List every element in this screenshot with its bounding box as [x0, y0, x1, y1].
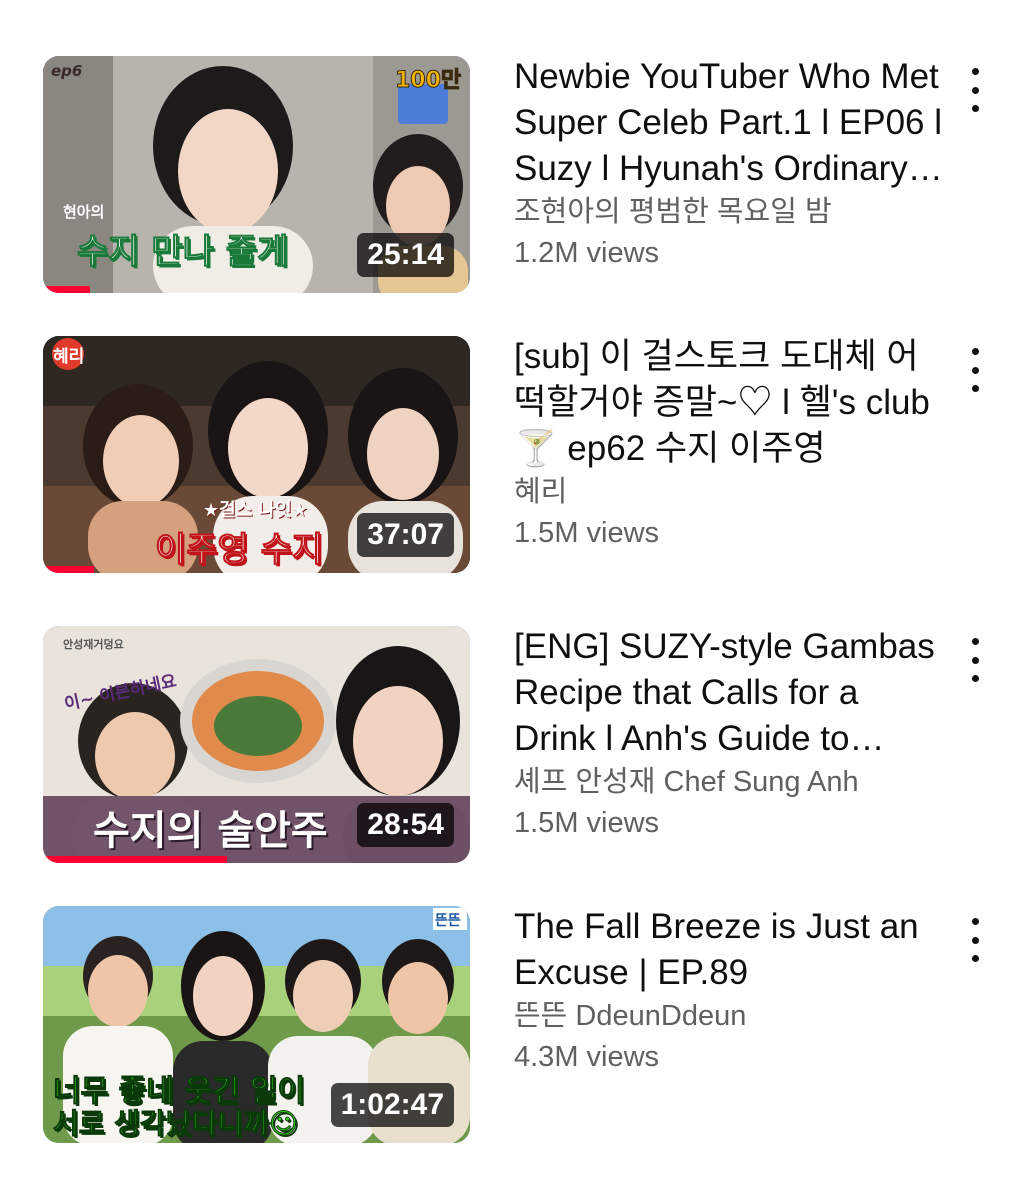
thumbnail-caption-small: ★걸스 나잇★: [203, 500, 308, 521]
view-count: 1.5M views: [514, 517, 660, 549]
watch-progress-bar: [43, 856, 227, 863]
video-duration: 25:14: [357, 233, 454, 277]
video-title[interactable]: Newbie YouTuber Who Met Super Celeb Part…: [514, 54, 944, 192]
channel-name[interactable]: 셰프 안성재 Chef Sung Anh: [514, 762, 944, 803]
thumbnail-caption-2: 서로 생각났다니까☺: [52, 1107, 299, 1141]
video-duration: 37:07: [357, 513, 454, 557]
video-thumbnail[interactable]: ep6 100만 현아의 수지 만나 줄게 25:14: [43, 56, 470, 293]
video-duration: 1:02:47: [330, 1083, 454, 1127]
channel-name[interactable]: 뜬뜬 DdeunDdeun: [514, 996, 944, 1037]
video-info[interactable]: [ENG] SUZY-style Gambas Recipe that Call…: [514, 624, 944, 844]
thumbnail-caption: 수지의 술안주: [93, 808, 328, 854]
view-count: 4.3M views: [514, 1041, 660, 1073]
thumbnail-badge: 100만: [394, 68, 462, 94]
more-vert-icon[interactable]: [958, 918, 992, 962]
thumbnail-channel-logo: 안성재거덩요: [63, 638, 124, 651]
video-info[interactable]: Newbie YouTuber Who Met Super Celeb Part…: [514, 54, 944, 274]
more-vert-icon[interactable]: [958, 348, 992, 392]
view-count: 1.2M views: [514, 237, 660, 269]
video-info[interactable]: [sub] 이 걸스토크 도대체 어떡할거야 증말~♡ l 헬's club🍸 …: [514, 334, 944, 554]
watch-progress-bar: [43, 566, 95, 573]
thumbnail-channel-logo: 뜬뜬: [435, 913, 461, 929]
channel-name[interactable]: 조현아의 평범한 목요일 밤: [514, 192, 944, 233]
thumbnail-caption: 수지 만나 줄게: [76, 232, 289, 273]
video-info[interactable]: The Fall Breeze is Just an Excuse | EP.8…: [514, 904, 944, 1078]
thumbnail-caption-small: 현아의: [63, 203, 105, 221]
video-title[interactable]: [sub] 이 걸스토크 도대체 어떡할거야 증말~♡ l 헬's club🍸 …: [514, 334, 944, 472]
video-duration: 28:54: [357, 803, 454, 847]
more-vert-icon[interactable]: [958, 638, 992, 682]
thumbnail-channel-logo: 혜리: [53, 347, 85, 367]
thumbnail-caption: 이주영 수지: [154, 530, 324, 571]
video-thumbnail[interactable]: 뜬뜬 너무 좋네 웃긴 일이 서로 생각났다니까☺ 1:02:47: [43, 906, 470, 1143]
view-count: 1.5M views: [514, 807, 660, 839]
watch-progress-bar: [43, 286, 90, 293]
channel-name[interactable]: 혜리: [514, 472, 944, 513]
video-thumbnail[interactable]: 안성재거덩요 이~ 이븐하네요 수지의 술안주 28:54: [43, 626, 470, 863]
thumbnail-ep-label: ep6: [51, 62, 83, 80]
more-vert-icon[interactable]: [958, 68, 992, 112]
video-title[interactable]: The Fall Breeze is Just an Excuse | EP.8…: [514, 904, 944, 996]
video-thumbnail[interactable]: 혜리 ★걸스 나잇★ 이주영 수지 37:07: [43, 336, 470, 573]
video-title[interactable]: [ENG] SUZY-style Gambas Recipe that Call…: [514, 624, 944, 762]
